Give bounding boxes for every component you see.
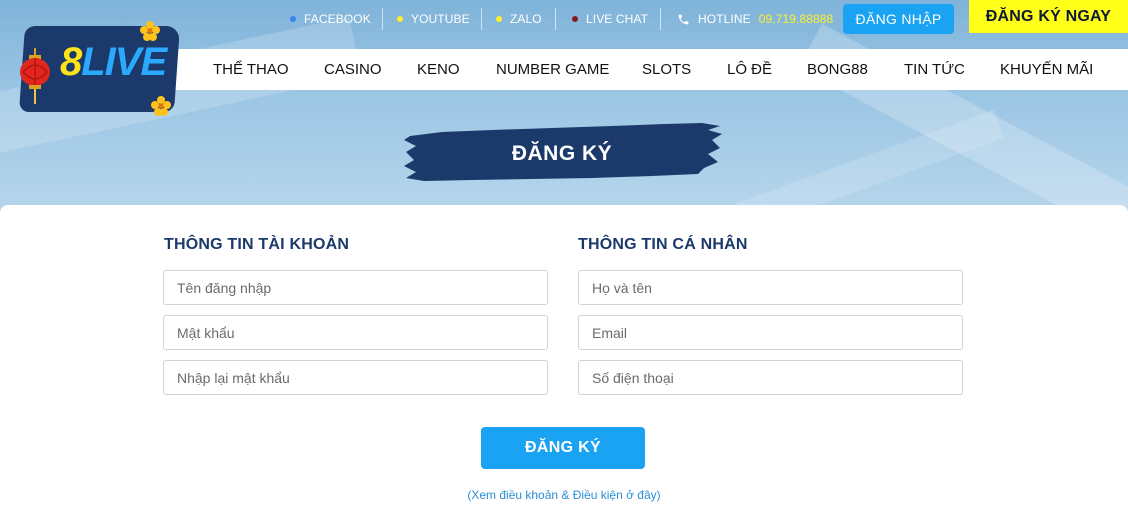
zalo-link[interactable]: ZALO (496, 11, 542, 27)
bullet-icon (290, 16, 296, 22)
nav-item-news[interactable]: TIN TỨC (904, 61, 965, 78)
logo-text: 8LIVE (60, 40, 167, 85)
hotline-number: 09.719.88888 (758, 12, 834, 26)
facebook-label: FACEBOOK (304, 12, 371, 26)
lantern-icon (20, 48, 50, 104)
divider (382, 8, 383, 30)
bullet-icon (496, 16, 502, 22)
apricot-flower-icon (151, 96, 171, 116)
nav-item-bong88[interactable]: BONG88 (807, 61, 868, 78)
login-button[interactable]: ĐĂNG NHẬP (843, 4, 954, 34)
facebook-link[interactable]: FACEBOOK (290, 11, 371, 27)
live-chat-link[interactable]: LIVE CHAT (572, 11, 648, 27)
terms-link[interactable]: (Xem điều khoản & Điều kiện ở đây) (467, 488, 660, 502)
live-chat-label: LIVE CHAT (586, 12, 649, 26)
personal-info-heading: THÔNG TIN CÁ NHÂN (578, 236, 748, 253)
username-input[interactable] (163, 270, 548, 305)
apricot-flower-icon (140, 21, 160, 41)
nav-item-number-game[interactable]: NUMBER GAME (496, 61, 609, 78)
phone-input[interactable] (578, 360, 963, 395)
register-submit-button[interactable]: ĐĂNG KÝ (481, 427, 645, 469)
nav-item-casino[interactable]: CASINO (324, 61, 382, 78)
divider (660, 8, 661, 30)
page-title: ĐĂNG KÝ (511, 142, 613, 165)
nav-item-sports[interactable]: THỂ THAO (213, 61, 289, 78)
bullet-icon (397, 16, 403, 22)
main-nav: THỂ THAO CASINO KENO NUMBER GAME SLOTS L… (150, 49, 1128, 90)
account-info-heading: THÔNG TIN TÀI KHOẢN (164, 236, 350, 253)
zalo-label: ZALO (510, 12, 542, 26)
divider (555, 8, 556, 30)
hotline-link[interactable]: HOTLINE 09.719.88888 (677, 11, 833, 27)
fullname-input[interactable] (578, 270, 963, 305)
email-input[interactable] (578, 315, 963, 350)
divider (481, 8, 482, 30)
logo-eight: 8 (60, 40, 82, 84)
youtube-label: YOUTUBE (411, 12, 470, 26)
phone-icon (678, 14, 689, 24)
logo-live: LIVE (81, 40, 167, 84)
password-input[interactable] (163, 315, 548, 350)
nav-item-slots[interactable]: SLOTS (642, 61, 691, 78)
light-beam (711, 109, 1005, 215)
bullet-icon (572, 16, 578, 22)
terms-row: (Xem điều khoản & Điều kiện ở đây) (0, 488, 1128, 502)
nav-item-promotions[interactable]: KHUYẾN MÃI (1000, 61, 1093, 78)
nav-item-lo-de[interactable]: LÔ ĐỀ (727, 61, 772, 78)
nav-item-keno[interactable]: KENO (417, 61, 460, 78)
hotline-label: HOTLINE (698, 12, 751, 26)
register-now-button[interactable]: ĐĂNG KÝ NGAY (969, 0, 1128, 33)
confirm-password-input[interactable] (163, 360, 548, 395)
youtube-link[interactable]: YOUTUBE (397, 11, 470, 27)
